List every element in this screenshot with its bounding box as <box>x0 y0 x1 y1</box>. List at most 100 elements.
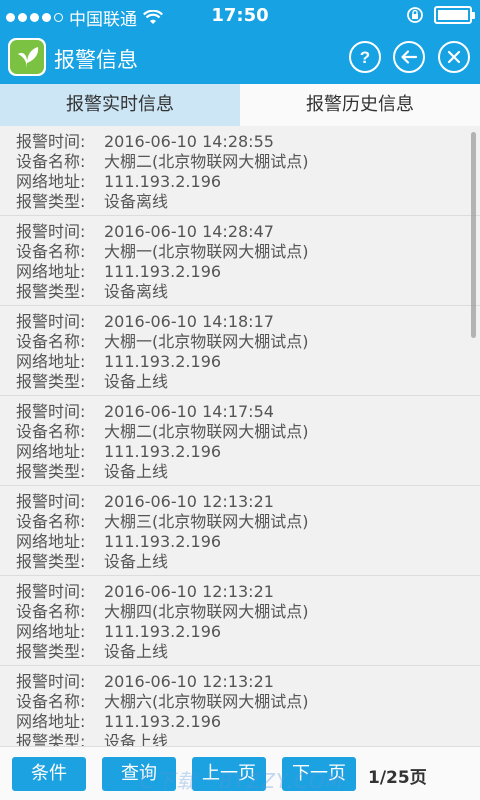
alarm-type-row: 报警类型: 设备上线 <box>16 552 480 572</box>
alarm-type-value: 设备上线 <box>104 642 169 661</box>
alarm-type-row: 报警类型: 设备上线 <box>16 372 480 392</box>
network-address-label: 网络地址: <box>16 442 86 461</box>
alarm-list-item[interactable]: 报警时间: 2016-06-10 12:13:21 设备名称: 大棚四(北京物联网大… <box>0 576 480 666</box>
alarm-time-label: 报警时间: <box>16 312 86 331</box>
alarm-type-row: 报警类型: 设备离线 <box>16 282 480 302</box>
alarm-list-item[interactable]: 报警时间: 2016-06-10 12:13:21 设备名称: 大棚三(北京物联网大… <box>0 486 480 576</box>
alarm-time-value: 2016-06-10 14:17:54 <box>104 402 274 421</box>
alarm-time-value: 2016-06-10 12:13:21 <box>104 492 274 511</box>
prev-page-button[interactable]: 上一页 <box>192 757 266 791</box>
network-address-label: 网络地址: <box>16 712 86 731</box>
alarm-time-value: 2016-06-10 14:28:47 <box>104 222 274 241</box>
alarm-time-value: 2016-06-10 14:18:17 <box>104 312 274 331</box>
close-button[interactable] <box>438 41 470 73</box>
battery-icon <box>434 6 475 24</box>
device-name-row: 设备名称: 大棚一(北京物联网大棚试点) <box>16 242 480 262</box>
svg-text:?: ? <box>360 48 370 67</box>
alarm-time-label: 报警时间: <box>16 222 86 241</box>
alarm-list-item[interactable]: 报警时间: 2016-06-10 12:13:21 设备名称: 大棚六(北京物联网大… <box>0 666 480 756</box>
alarm-type-row: 报警类型: 设备离线 <box>16 192 480 212</box>
device-name-value: 大棚二(北京物联网大棚试点) <box>104 152 309 171</box>
device-name-label: 设备名称: <box>16 602 86 621</box>
alarm-type-value: 设备上线 <box>104 552 169 571</box>
alarm-time-row: 报警时间: 2016-06-10 12:13:21 <box>16 492 480 512</box>
alarm-time-value: 2016-06-10 14:28:55 <box>104 132 274 151</box>
status-bar: 中国联通 17:50 <box>0 0 480 32</box>
alarm-type-label: 报警类型: <box>16 642 86 661</box>
alarm-time-row: 报警时间: 2016-06-10 14:18:17 <box>16 312 480 332</box>
device-name-value: 大棚四(北京物联网大棚试点) <box>104 602 309 621</box>
alarm-list[interactable]: 报警时间: 2016-06-10 14:28:55 设备名称: 大棚二(北京物联网大… <box>0 126 480 758</box>
network-address-label: 网络地址: <box>16 352 86 371</box>
device-name-label: 设备名称: <box>16 242 86 261</box>
tab-history-alarms[interactable]: 报警历史信息 <box>240 84 480 126</box>
alarm-type-label: 报警类型: <box>16 552 86 571</box>
bottom-toolbar: 条件 查询 上一页 下一页 1/25页 <box>0 746 480 800</box>
help-button[interactable]: ? <box>349 41 381 73</box>
alarm-time-row: 报警时间: 2016-06-10 14:17:54 <box>16 402 480 422</box>
alarm-type-label: 报警类型: <box>16 372 86 391</box>
page-title: 报警信息 <box>54 48 138 72</box>
device-name-row: 设备名称: 大棚一(北京物联网大棚试点) <box>16 332 480 352</box>
network-address-label: 网络地址: <box>16 262 86 281</box>
device-name-label: 设备名称: <box>16 512 86 531</box>
network-address-value: 111.193.2.196 <box>104 532 222 551</box>
alarm-list-item[interactable]: 报警时间: 2016-06-10 14:28:47 设备名称: 大棚一(北京物联网大… <box>0 216 480 306</box>
alarm-list-item[interactable]: 报警时间: 2016-06-10 14:17:54 设备名称: 大棚二(北京物联网大… <box>0 396 480 486</box>
alarm-time-label: 报警时间: <box>16 582 86 601</box>
alarm-list-item[interactable]: 报警时间: 2016-06-10 14:28:55 设备名称: 大棚二(北京物联网大… <box>0 126 480 216</box>
alarm-time-value: 2016-06-10 12:13:21 <box>104 582 274 601</box>
alarm-time-row: 报警时间: 2016-06-10 12:13:21 <box>16 672 480 692</box>
network-address-row: 网络地址: 111.193.2.196 <box>16 532 480 552</box>
device-name-value: 大棚一(北京物联网大棚试点) <box>104 242 309 261</box>
alarm-type-label: 报警类型: <box>16 462 86 481</box>
device-name-value: 大棚一(北京物联网大棚试点) <box>104 332 309 351</box>
condition-button[interactable]: 条件 <box>12 757 86 791</box>
alarm-time-label: 报警时间: <box>16 492 86 511</box>
network-address-row: 网络地址: 111.193.2.196 <box>16 172 480 192</box>
alarm-type-value: 设备离线 <box>104 192 169 211</box>
status-right <box>406 6 475 24</box>
network-address-row: 网络地址: 111.193.2.196 <box>16 352 480 372</box>
orientation-lock-icon <box>407 7 423 23</box>
next-page-button[interactable]: 下一页 <box>282 757 356 791</box>
tab-realtime-alarms[interactable]: 报警实时信息 <box>0 84 240 126</box>
alarm-type-label: 报警类型: <box>16 192 86 211</box>
network-address-value: 111.193.2.196 <box>104 622 222 641</box>
device-name-value: 大棚六(北京物联网大棚试点) <box>104 692 309 711</box>
alarm-type-value: 设备上线 <box>104 372 169 391</box>
device-name-label: 设备名称: <box>16 692 86 711</box>
alarm-list-item[interactable]: 报警时间: 2016-06-10 14:18:17 设备名称: 大棚一(北京物联网大… <box>0 306 480 396</box>
device-name-row: 设备名称: 大棚二(北京物联网大棚试点) <box>16 152 480 172</box>
app-header: 报警信息 ? <box>0 32 480 84</box>
device-name-value: 大棚三(北京物联网大棚试点) <box>104 512 309 531</box>
device-name-label: 设备名称: <box>16 152 86 171</box>
network-address-label: 网络地址: <box>16 622 86 641</box>
alarm-time-label: 报警时间: <box>16 672 86 691</box>
alarm-time-label: 报警时间: <box>16 402 86 421</box>
help-icon: ? <box>360 48 370 67</box>
tab-bar: 报警实时信息 报警历史信息 <box>0 84 480 126</box>
device-name-row: 设备名称: 大棚三(北京物联网大棚试点) <box>16 512 480 532</box>
device-name-label: 设备名称: <box>16 422 86 441</box>
alarm-type-value: 设备离线 <box>104 282 169 301</box>
network-address-row: 网络地址: 111.193.2.196 <box>16 262 480 282</box>
device-name-row: 设备名称: 大棚二(北京物联网大棚试点) <box>16 422 480 442</box>
back-button[interactable] <box>393 41 425 73</box>
list-scrollbar[interactable] <box>471 132 476 338</box>
back-arrow-icon <box>401 50 418 64</box>
query-button[interactable]: 查询 <box>102 757 176 791</box>
device-name-row: 设备名称: 大棚六(北京物联网大棚试点) <box>16 692 480 712</box>
network-address-label: 网络地址: <box>16 172 86 191</box>
page-indicator: 1/25页 <box>368 768 427 788</box>
network-address-value: 111.193.2.196 <box>104 172 222 191</box>
device-name-row: 设备名称: 大棚四(北京物联网大棚试点) <box>16 602 480 622</box>
device-name-value: 大棚二(北京物联网大棚试点) <box>104 422 309 441</box>
network-address-label: 网络地址: <box>16 532 86 551</box>
alarm-type-row: 报警类型: 设备上线 <box>16 462 480 482</box>
network-address-value: 111.193.2.196 <box>104 712 222 731</box>
network-address-value: 111.193.2.196 <box>104 442 222 461</box>
network-address-row: 网络地址: 111.193.2.196 <box>16 442 480 462</box>
alarm-time-row: 报警时间: 2016-06-10 14:28:55 <box>16 132 480 152</box>
app-logo-icon <box>8 38 46 76</box>
